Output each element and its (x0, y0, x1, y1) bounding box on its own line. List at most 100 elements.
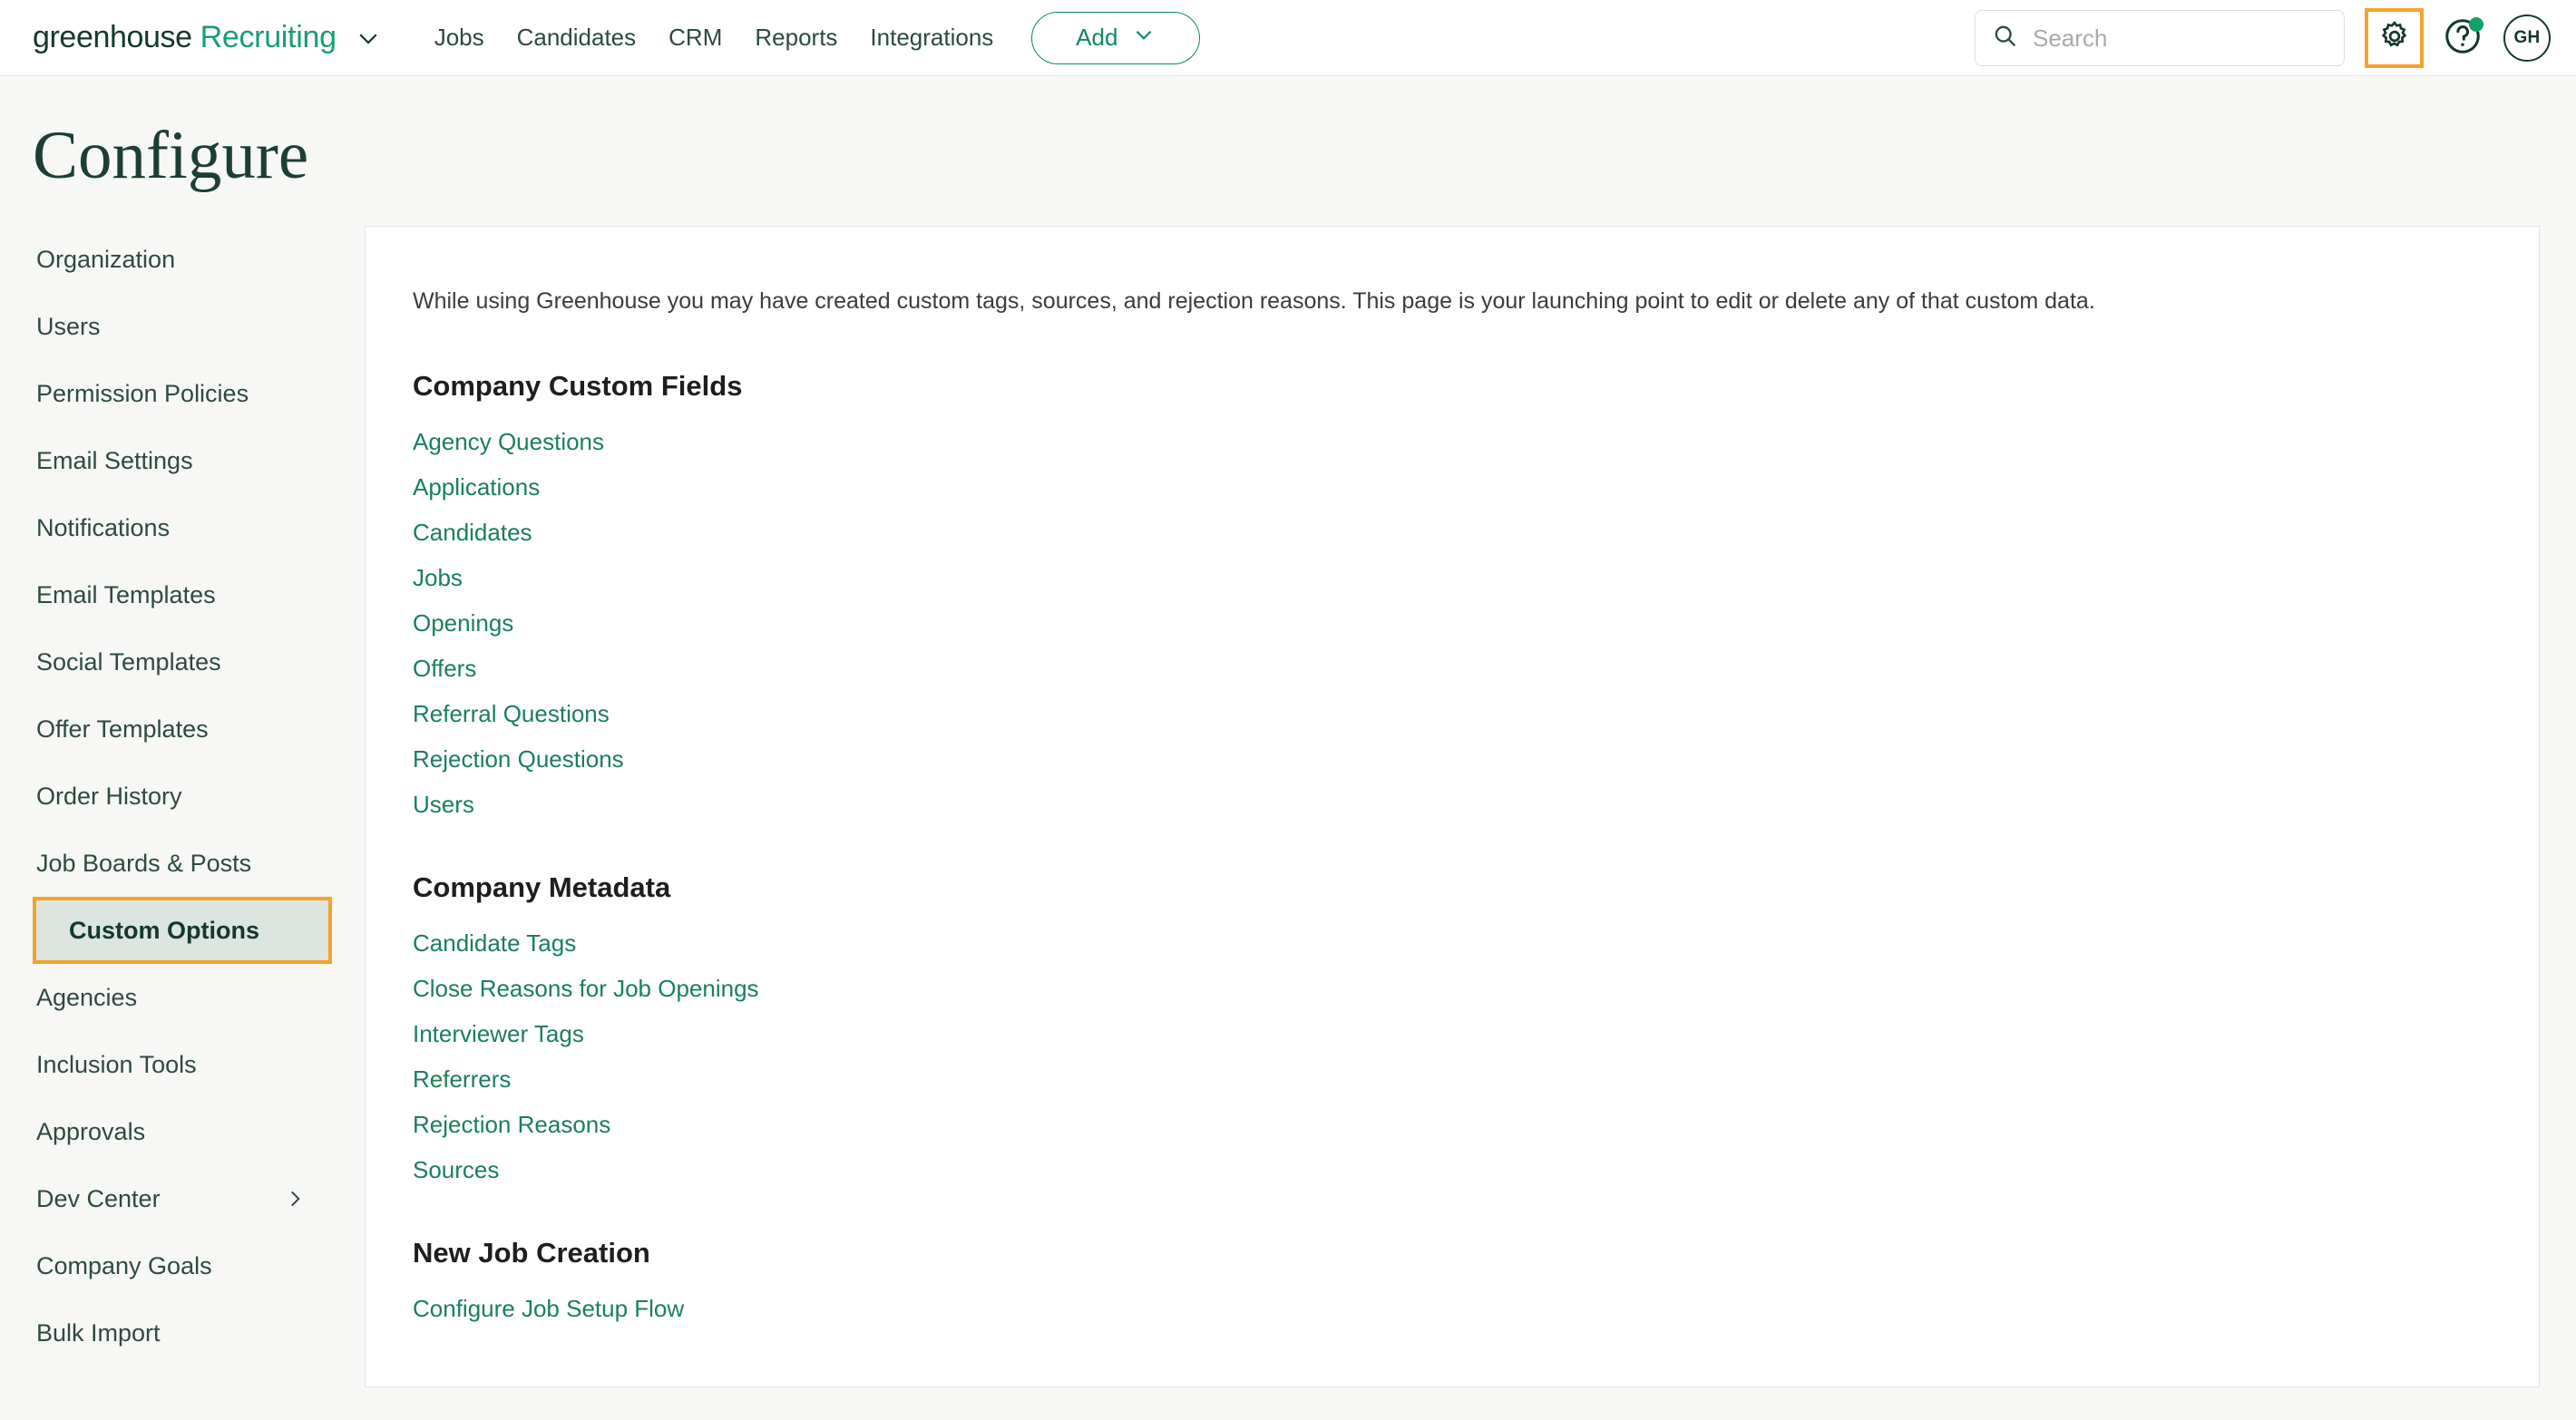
nav-link-candidates[interactable]: Candidates (517, 24, 637, 52)
chevron-down-icon[interactable] (355, 24, 382, 52)
sidebar-item-bulk-import[interactable]: Bulk Import (33, 1299, 332, 1367)
list-item: Rejection Questions (413, 745, 2539, 773)
section-link-list: Configure Job Setup Flow (413, 1295, 2539, 1323)
sidebar-item-agencies[interactable]: Agencies (33, 964, 332, 1031)
list-item: Agency Questions (413, 428, 2539, 456)
list-item: Interviewer Tags (413, 1020, 2539, 1048)
help-button[interactable] (2435, 10, 2491, 66)
nav-link-crm[interactable]: CRM (668, 24, 722, 52)
section-company-custom-fields: Company Custom Fields Agency Questions App… (413, 370, 2539, 819)
list-item: Sources (413, 1156, 2539, 1184)
sidebar-item-job-boards-posts[interactable]: Job Boards & Posts (33, 830, 332, 897)
header-actions: GH (1975, 0, 2551, 76)
nav-link-jobs[interactable]: Jobs (434, 24, 484, 52)
config-link-users[interactable]: Users (413, 791, 474, 818)
page-title: Configure (33, 118, 309, 193)
add-button[interactable]: Add (1031, 11, 1201, 64)
sidebar-item-label: Approvals (36, 1117, 146, 1145)
config-link-rejection-reasons[interactable]: Rejection Reasons (413, 1111, 610, 1138)
list-item: Referrers (413, 1065, 2539, 1094)
nav-link-integrations[interactable]: Integrations (870, 24, 993, 52)
sidebar-item-permission-policies[interactable]: Permission Policies (33, 360, 332, 427)
sidebar-item-email-templates[interactable]: Email Templates (33, 561, 332, 628)
list-item: Applications (413, 473, 2539, 501)
intro-paragraph: While using Greenhouse you may have crea… (413, 288, 2095, 314)
main-nav-links: Jobs Candidates CRM Reports Integrations (434, 24, 994, 52)
search-input[interactable] (2033, 24, 2327, 53)
list-item: Users (413, 791, 2539, 819)
config-link-applications[interactable]: Applications (413, 473, 540, 501)
list-item: Jobs (413, 564, 2539, 592)
search-icon (1992, 23, 2018, 53)
sidebar-item-label: Offer Templates (36, 715, 209, 743)
page-body: Organization Users Permission Policies Emai… (0, 226, 2576, 1387)
sidebar-item-label: Organization (36, 245, 176, 273)
list-item: Configure Job Setup Flow (413, 1295, 2539, 1323)
config-link-jobs[interactable]: Jobs (413, 564, 463, 591)
list-item: Rejection Reasons (413, 1111, 2539, 1139)
sidebar-item-label: Permission Policies (36, 379, 249, 407)
config-link-agency-questions[interactable]: Agency Questions (413, 428, 604, 455)
sidebar-item-label: Dev Center (36, 1184, 161, 1212)
sidebar-item-users[interactable]: Users (33, 293, 332, 360)
config-link-openings[interactable]: Openings (413, 609, 513, 637)
brand-secondary-text: Recruiting (200, 20, 337, 54)
sidebar-item-label: Email Templates (36, 580, 216, 608)
config-link-offers[interactable]: Offers (413, 655, 476, 682)
sidebar-item-label: Social Templates (36, 647, 221, 676)
settings-sidebar: Organization Users Permission Policies Emai… (33, 226, 332, 1367)
sidebar-item-approvals[interactable]: Approvals (33, 1098, 332, 1165)
section-title: New Job Creation (413, 1237, 650, 1269)
list-item: Candidates (413, 519, 2539, 547)
sidebar-item-notifications[interactable]: Notifications (33, 494, 332, 561)
content-card: While using Greenhouse you may have crea… (365, 226, 2540, 1387)
config-link-referral-questions[interactable]: Referral Questions (413, 700, 610, 727)
nav-link-reports[interactable]: Reports (755, 24, 837, 52)
sidebar-item-label: Company Goals (36, 1251, 212, 1279)
sidebar-item-label: Users (36, 312, 101, 340)
settings-gear-button[interactable] (2365, 8, 2424, 68)
section-link-list: Agency Questions Applications Candidates Jo… (413, 428, 2539, 819)
search-box[interactable] (1975, 10, 2345, 66)
list-item: Openings (413, 609, 2539, 637)
chevron-right-icon[interactable] (283, 1187, 307, 1211)
list-item: Referral Questions (413, 700, 2539, 728)
section-new-job-creation: New Job Creation Configure Job Setup Flow (413, 1237, 2539, 1323)
section-company-metadata: Company Metadata Candidate Tags Close Reas… (413, 871, 2539, 1184)
sidebar-item-label: Notifications (36, 513, 171, 541)
gear-icon (2377, 19, 2412, 58)
list-item: Candidate Tags (413, 929, 2539, 958)
sidebar-item-company-goals[interactable]: Company Goals (33, 1232, 332, 1299)
config-link-close-reasons-for-job-openings[interactable]: Close Reasons for Job Openings (413, 975, 759, 1002)
sidebar-item-label: Order History (36, 782, 182, 810)
top-navigation-bar: greenhouse Recruiting Jobs Candidates CR… (0, 0, 2576, 76)
config-link-sources[interactable]: Sources (413, 1156, 499, 1183)
avatar[interactable]: GH (2503, 15, 2551, 62)
sidebar-item-label: Agencies (36, 983, 138, 1011)
list-item: Offers (413, 655, 2539, 683)
sidebar-item-label: Inclusion Tools (36, 1050, 197, 1078)
sidebar-item-label: Bulk Import (36, 1318, 161, 1347)
sidebar-item-social-templates[interactable]: Social Templates (33, 628, 332, 695)
config-link-candidate-tags[interactable]: Candidate Tags (413, 929, 576, 957)
sidebar-item-label: Email Settings (36, 446, 193, 474)
sidebar-item-organization[interactable]: Organization (33, 226, 332, 293)
sidebar-item-custom-options[interactable]: Custom Options (33, 897, 332, 964)
config-link-interviewer-tags[interactable]: Interviewer Tags (413, 1020, 584, 1047)
section-title: Company Metadata (413, 871, 671, 903)
config-link-rejection-questions[interactable]: Rejection Questions (413, 745, 624, 773)
config-link-configure-job-setup-flow[interactable]: Configure Job Setup Flow (413, 1295, 684, 1322)
sidebar-item-email-settings[interactable]: Email Settings (33, 427, 332, 494)
sidebar-item-dev-center[interactable]: Dev Center (33, 1165, 332, 1232)
section-link-list: Candidate Tags Close Reasons for Job Open… (413, 929, 2539, 1184)
section-title: Company Custom Fields (413, 370, 743, 402)
sidebar-item-offer-templates[interactable]: Offer Templates (33, 695, 332, 763)
chevron-down-icon (1132, 23, 1156, 53)
sidebar-item-order-history[interactable]: Order History (33, 763, 332, 830)
sidebar-item-label: Custom Options (69, 916, 259, 944)
sidebar-item-inclusion-tools[interactable]: Inclusion Tools (33, 1031, 332, 1098)
config-link-candidates[interactable]: Candidates (413, 519, 532, 546)
add-button-label: Add (1076, 24, 1118, 51)
config-link-referrers[interactable]: Referrers (413, 1065, 511, 1093)
brand-logo[interactable]: greenhouse Recruiting (33, 20, 382, 55)
